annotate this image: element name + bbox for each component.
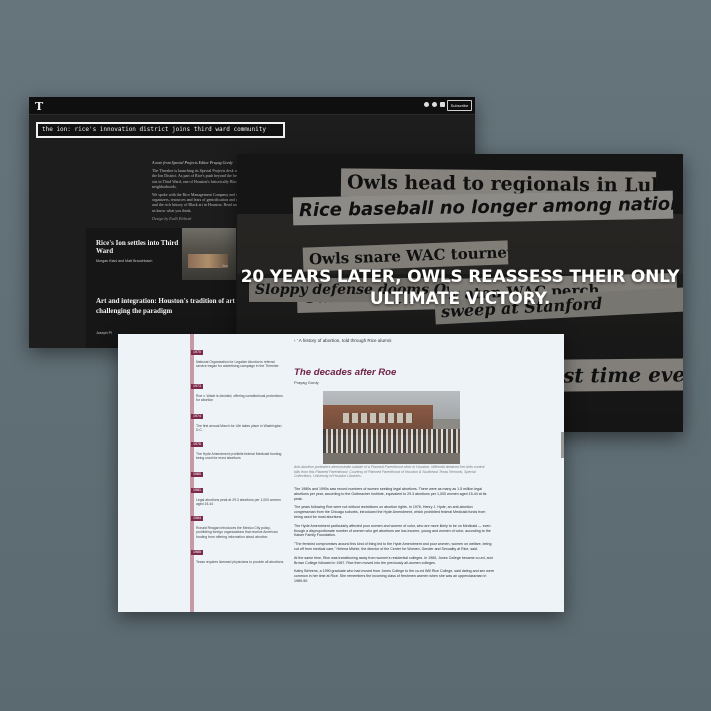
- twitter-icon[interactable]: [432, 102, 437, 107]
- article-title: The decades after Roe: [294, 367, 397, 378]
- timeline-year: 1984: [191, 516, 203, 521]
- ion-story-cards: Rice's Ion settles into Third Ward Morga…: [86, 228, 236, 348]
- timeline-year: 1981: [191, 488, 203, 493]
- timeline-entry: 1970 National Organization for Legalize …: [191, 340, 321, 369]
- subscribe-button[interactable]: Subscribe: [447, 100, 472, 111]
- protest-photo: [323, 391, 460, 464]
- timeline-entry: 1976 The Hyde Amendment prohibits federa…: [191, 432, 321, 461]
- story-title-1[interactable]: Rice's Ion settles into Third Ward: [96, 239, 196, 255]
- body-paragraph: The 1980s and 1990s saw record numbers o…: [294, 487, 487, 501]
- article-body: The 1980s and 1990s saw record numbers o…: [294, 487, 494, 588]
- body-paragraph: "The feminist compromises around this ki…: [294, 542, 492, 551]
- timeline-entry: 1974 The first annual March for Life tak…: [191, 404, 321, 433]
- timeline-year: 1976: [191, 442, 203, 447]
- timeline-text: Ronald Reagan introduces the Mexico City…: [196, 526, 278, 539]
- body-paragraph: Kathy Behrens, a 1990 graduate who had m…: [294, 569, 494, 583]
- story-author-1b: Jun: [222, 264, 228, 268]
- feature-headline[interactable]: 20 YEARS LATER, OWLS REASSESS THEIR ONLY…: [237, 266, 683, 310]
- timeline-text: Texas requires licensed physicians to pr…: [196, 560, 284, 564]
- story-author-1: Morgan Kiani and Matt Brauchbach: [96, 259, 153, 263]
- facebook-icon[interactable]: [424, 102, 429, 107]
- story-title-2[interactable]: Art and integration: Houston's tradition…: [96, 296, 236, 316]
- roe-article-panel: 1970 National Organization for Legalize …: [118, 334, 564, 612]
- timeline-year: 1980: [191, 472, 203, 477]
- timeline-year: 1985: [191, 550, 203, 555]
- scrollbar-thumb[interactable]: [561, 432, 564, 458]
- body-paragraph: The Hyde Amendment particularly affected…: [294, 523, 491, 538]
- timeline-text: National Organization for Legalize Abort…: [196, 360, 279, 369]
- body-paragraph: At the same time, Rice was transitioning…: [294, 555, 493, 565]
- back-to-series-link[interactable]: ‹ ' A history of abortion, told through …: [294, 338, 391, 343]
- instagram-icon[interactable]: [440, 102, 445, 107]
- story-author-2: Joseph Pl: [96, 331, 112, 335]
- ion-top-nav: T Subscribe: [29, 97, 475, 115]
- timeline-year: 1973: [191, 384, 203, 389]
- article-author[interactable]: Prayag Gordy: [294, 380, 319, 385]
- thresher-logo[interactable]: T: [35, 100, 43, 113]
- timeline-text: Roe v. Wade is decided, offering constit…: [196, 394, 283, 403]
- timeline-year: 1970: [191, 350, 203, 355]
- timeline-year: 1974: [191, 414, 203, 419]
- timeline-entry: 1973 Roe v. Wade is decided, offering co…: [191, 374, 321, 403]
- timeline-text: The Hyde Amendment prohibits federal Med…: [196, 452, 282, 461]
- ion-page-title: the ion: rice's innovation district join…: [36, 122, 285, 138]
- photo-caption: Anti-abortion protesters demonstrate out…: [294, 465, 485, 479]
- social-links: [424, 102, 445, 107]
- body-paragraph: The years following Roe were not without…: [294, 505, 486, 519]
